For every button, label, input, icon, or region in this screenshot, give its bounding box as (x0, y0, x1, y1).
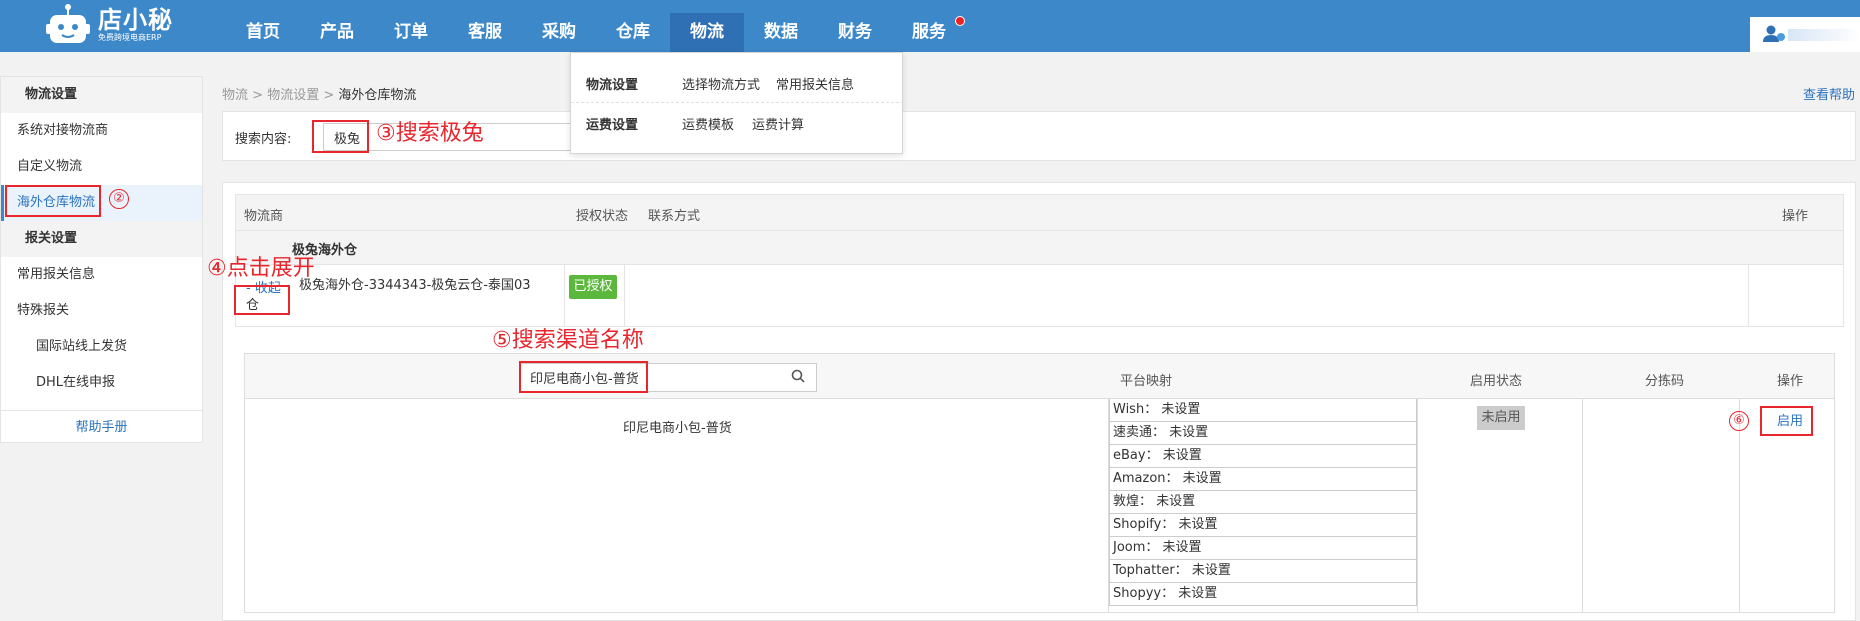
nav-item-data[interactable]: 数据 (744, 13, 818, 52)
column-divider (1417, 399, 1418, 613)
view-help-link[interactable]: 查看帮助 (1803, 84, 1855, 103)
mapping-aliexpress: 速卖通： 未设置 (1109, 422, 1417, 445)
auth-status-badge: 已授权 (569, 275, 617, 299)
sidebar-item-customs-info[interactable]: 常用报关信息 (1, 257, 202, 293)
provider-name: 极兔海外仓-3344343-极兔云仓-泰国03 (299, 278, 531, 293)
cell-divider (1748, 265, 1749, 326)
breadcrumb-item-logistics[interactable]: 物流 (222, 88, 248, 103)
robot-icon (46, 4, 90, 43)
mapping-ebay: eBay： 未设置 (1109, 445, 1417, 468)
column-header-channel-actions: 操作 (1777, 374, 1804, 389)
column-header-auth-status: 授权状态 (576, 209, 629, 224)
main-nav: 首页 产品 订单 客服 采购 仓库 物流 数据 财务 服务 (226, 13, 966, 52)
mapping-amazon: Amazon： 未设置 (1109, 468, 1417, 491)
breadcrumb-item-logistics-settings[interactable]: 物流设置 (267, 88, 319, 103)
annotation-box-search (312, 120, 369, 153)
nav-item-home[interactable]: 首页 (226, 13, 300, 52)
nav-item-orders[interactable]: 订单 (374, 13, 448, 52)
channel-sub-table: 平台映射 启用状态 分拣码 操作 印尼电商小包-普货 Wish： 未设置 速卖通… (244, 353, 1835, 613)
dropdown-row-freight-settings: 运费设置 运费模板 运费计算 (571, 103, 904, 143)
left-sidebar: 物流设置 系统对接物流商 自定义物流 海外仓库物流 报关设置 常用报关信息 特殊… (0, 76, 203, 443)
channel-name: 印尼电商小包-普货 (623, 421, 732, 436)
mapping-shopify: Shopify： 未设置 (1109, 514, 1417, 537)
table-row: - 收起 极兔海外仓-3344343-极兔云仓-泰国03 仓 已授权 (235, 265, 1844, 327)
column-divider (1739, 399, 1740, 613)
freight-template-link[interactable]: 运费模板 (682, 114, 734, 133)
column-header-enable-status: 启用状态 (1470, 374, 1523, 389)
platform-mapping-list: Wish： 未设置 速卖通： 未设置 eBay： 未设置 Amazon： 未设置… (1109, 399, 1417, 606)
nav-item-logistics[interactable]: 物流 (670, 13, 744, 52)
annotation-step-2: ② (109, 189, 129, 209)
annotation-step-3: ③搜索极兔 (376, 121, 484, 146)
cell-divider (564, 265, 565, 326)
logo-title: 店小秘 (98, 6, 173, 34)
nav-item-finance[interactable]: 财务 (818, 13, 892, 52)
table-header: 物流商 授权状态 联系方式 操作 (235, 194, 1844, 231)
sidebar-item-special-customs[interactable]: 特殊报关 (1, 293, 202, 329)
help-manual-link[interactable]: 帮助手册 (1, 410, 202, 443)
top-navigation-bar: 店小秘 免费跨境电商ERP 首页 产品 订单 客服 采购 仓库 物流 数据 财务… (0, 0, 1860, 52)
sidebar-item-custom-logistics[interactable]: 自定义物流 (1, 149, 202, 185)
annotation-step-4: ④点击展开 (207, 256, 315, 281)
breadcrumb-item-current: 海外仓库物流 (338, 88, 417, 103)
select-logistics-method-link[interactable]: 选择物流方式 (682, 74, 760, 93)
logo-subtitle: 免费跨境电商ERP (98, 33, 162, 42)
enable-status-badge: 未启用 (1477, 406, 1525, 430)
column-header-actions: 操作 (1782, 209, 1809, 224)
channel-table-header: 平台映射 启用状态 分拣码 操作 (245, 354, 1834, 399)
breadcrumb: 物流 > 物流设置 > 海外仓库物流 (222, 84, 416, 103)
dropdown-label-freight-settings: 运费设置 (586, 118, 639, 133)
logistics-dropdown-menu: 物流设置 选择物流方式 常用报关信息 运费设置 运费模板 运费计算 (570, 52, 904, 154)
annotation-step-6: ⑥ (1729, 411, 1749, 431)
user-icon (1763, 25, 1785, 42)
nav-item-purchasing[interactable]: 采购 (522, 13, 596, 52)
sidebar-section-logistics-settings: 物流设置 (1, 77, 202, 113)
annotation-step-5: ⑤搜索渠道名称 (492, 328, 644, 353)
column-header-sort-code: 分拣码 (1645, 374, 1685, 389)
search-icon[interactable] (791, 369, 805, 383)
sidebar-item-dhl-online-declaration[interactable]: DHL在线申报 (1, 365, 202, 401)
notification-dot (955, 16, 965, 26)
carrier-list-panel: 物流商 授权状态 联系方式 操作 极兔海外仓 - 收起 极兔海外仓-334434… (222, 182, 1856, 621)
annotation-box-channel-search (519, 361, 648, 393)
mapping-tophatter: Tophatter： 未设置 (1109, 560, 1417, 583)
annotation-box-collapse (234, 285, 290, 315)
sidebar-item-system-carriers[interactable]: 系统对接物流商 (1, 113, 202, 149)
sidebar-section-customs-settings: 报关设置 (1, 221, 202, 257)
annotation-box-overseas-warehouse (5, 185, 101, 217)
mapping-joom: Joom： 未设置 (1109, 537, 1417, 560)
column-divider (1582, 399, 1583, 613)
mapping-wish: Wish： 未设置 (1109, 399, 1417, 422)
mapping-shopyy: Shopyy： 未设置 (1109, 583, 1417, 606)
nav-item-products[interactable]: 产品 (300, 13, 374, 52)
dropdown-row-logistics-settings: 物流设置 选择物流方式 常用报关信息 (571, 63, 904, 103)
cell-divider (624, 265, 625, 326)
nav-item-warehouse[interactable]: 仓库 (596, 13, 670, 52)
column-header-contact: 联系方式 (648, 209, 701, 224)
logo[interactable]: 店小秘 免费跨境电商ERP (44, 2, 173, 48)
customs-info-link[interactable]: 常用报关信息 (776, 74, 854, 93)
annotation-box-enable (1760, 406, 1813, 436)
breadcrumb-separator: > (323, 88, 335, 103)
search-label: 搜索内容: (235, 132, 292, 147)
sidebar-item-intl-online-shipping[interactable]: 国际站线上发货 (1, 329, 202, 365)
column-header-platform-mapping: 平台映射 (1120, 374, 1173, 389)
nav-item-customer-service[interactable]: 客服 (448, 13, 522, 52)
freight-calculation-link[interactable]: 运费计算 (752, 114, 804, 133)
column-header-carrier: 物流商 (244, 209, 284, 224)
user-menu[interactable] (1750, 17, 1860, 52)
breadcrumb-separator: > (252, 88, 264, 103)
carrier-group-row: 极兔海外仓 (235, 231, 1844, 265)
dropdown-label-logistics-settings: 物流设置 (586, 78, 639, 93)
mapping-dhgate: 敦煌： 未设置 (1109, 491, 1417, 514)
user-name-placeholder (1788, 29, 1860, 41)
